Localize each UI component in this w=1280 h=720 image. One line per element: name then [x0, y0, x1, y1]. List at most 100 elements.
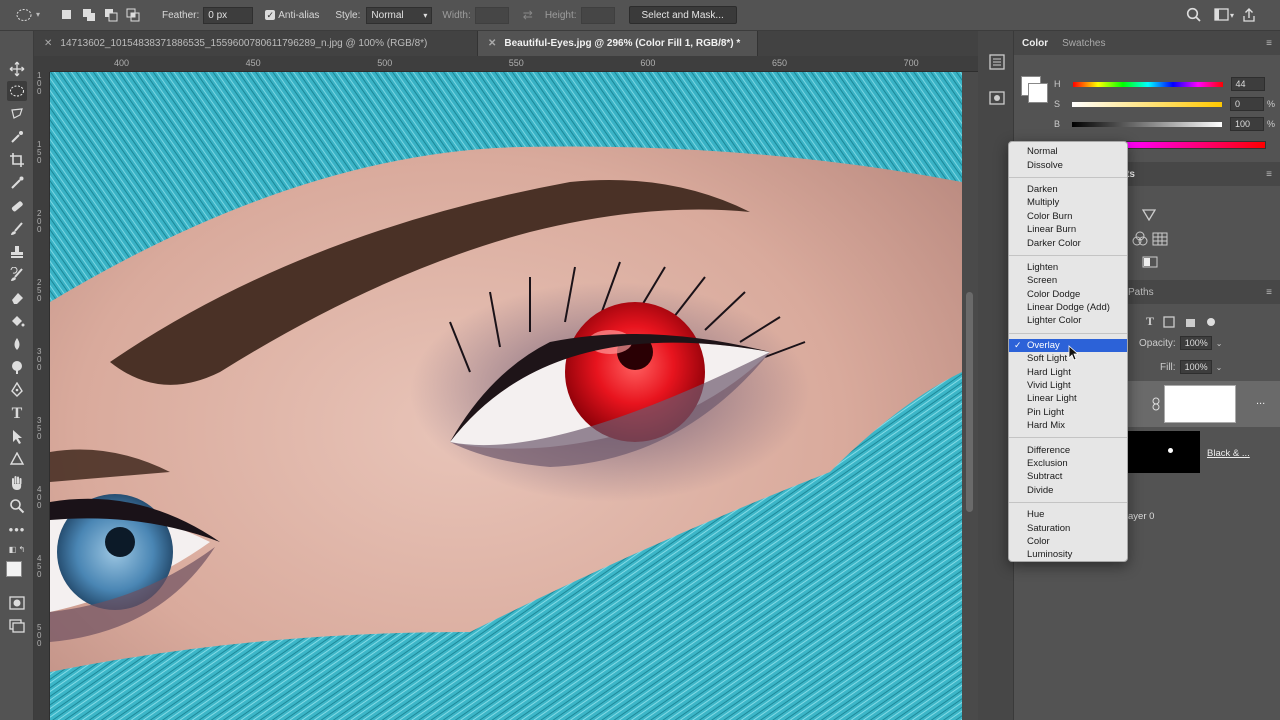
layer-name-layer0[interactable]: ayer 0 [1128, 511, 1154, 522]
blend-mode-item-color-burn[interactable]: Color Burn [1009, 210, 1127, 223]
opacity-chevron-icon[interactable]: ⌄ [1216, 339, 1223, 348]
brightness-value[interactable]: 100 [1230, 117, 1265, 131]
workspace-icon[interactable]: ▾ [1214, 8, 1236, 25]
blend-mode-item-linear-dodge-add[interactable]: Linear Dodge (Add) [1009, 301, 1127, 314]
layer-link-icon[interactable] [1151, 397, 1161, 411]
color-spectrum-bar[interactable] [1126, 141, 1266, 149]
pen-icon[interactable] [7, 380, 27, 400]
opacity-input[interactable]: 100% [1179, 336, 1212, 350]
healing-icon[interactable] [7, 196, 27, 216]
gradient-map-icon[interactable] [1142, 256, 1158, 271]
blend-mode-item-darker-color[interactable]: Darker Color [1009, 236, 1127, 249]
shape-icon[interactable] [7, 450, 27, 470]
brightness-slider[interactable] [1072, 121, 1223, 127]
shape-filter-icon[interactable] [1162, 315, 1176, 329]
blend-mode-item-divide[interactable]: Divide [1009, 484, 1127, 497]
blend-mode-item-saturation[interactable]: Saturation [1009, 521, 1127, 534]
marquee-icon[interactable] [7, 81, 27, 101]
tab-beautiful-eyes[interactable]: ✕ Beautiful-Eyes.jpg @ 296% (Color Fill 1… [478, 31, 758, 56]
tab-document-1[interactable]: ✕ 14713602_10154838371886535_155960078061… [34, 31, 478, 56]
tab-paths[interactable]: Paths [1128, 287, 1154, 298]
blend-mode-item-vivid-light[interactable]: Vivid Light [1009, 379, 1127, 392]
add-selection-icon[interactable] [82, 8, 96, 22]
screen-mode-icon[interactable] [7, 616, 27, 636]
scrollbar-thumb[interactable] [966, 292, 973, 512]
new-selection-icon[interactable] [60, 8, 74, 22]
lasso-icon[interactable] [7, 104, 27, 124]
blend-mode-item-linear-burn[interactable]: Linear Burn [1009, 223, 1127, 236]
layer-mask-thumbnail[interactable] [1164, 385, 1236, 423]
blend-mode-item-multiply[interactable]: Multiply [1009, 196, 1127, 209]
panel-menu-icon[interactable]: ≡ [1266, 38, 1272, 49]
panel-menu-icon[interactable]: ≡ [1266, 169, 1272, 180]
quick-mask-icon[interactable] [7, 593, 27, 613]
blur-icon[interactable] [7, 334, 27, 354]
tab-swatches[interactable]: Swatches [1062, 38, 1105, 49]
history-panel-icon[interactable] [988, 53, 1006, 74]
elliptical-marquee-icon[interactable] [14, 5, 34, 25]
ruler-vertical[interactable]: 100 150 200 250 300 350 400 450 500 [34, 72, 50, 720]
gradient-map-adj-icon[interactable] [1141, 209, 1157, 224]
crop-icon[interactable] [7, 150, 27, 170]
share-icon[interactable] [1242, 8, 1256, 25]
foreground-color-swatch[interactable] [6, 561, 22, 577]
type-filter-icon[interactable]: T [1146, 314, 1154, 329]
blend-mode-item-normal[interactable]: Normal [1009, 145, 1127, 158]
tab-color[interactable]: Color [1022, 38, 1048, 49]
blend-mode-item-screen[interactable]: Screen [1009, 274, 1127, 287]
path-select-icon[interactable] [7, 427, 27, 447]
fill-chevron-icon[interactable]: ⌄ [1216, 363, 1223, 372]
close-tab-icon[interactable]: ✕ [488, 38, 496, 49]
subtract-selection-icon[interactable] [104, 8, 118, 22]
blend-mode-item-hard-light[interactable]: Hard Light [1009, 365, 1127, 378]
blend-mode-item-pin-light[interactable]: Pin Light [1009, 406, 1127, 419]
blend-mode-item-luminosity[interactable]: Luminosity [1009, 548, 1127, 561]
layer-more-icon[interactable]: ... [1256, 395, 1265, 407]
blend-mode-item-lighten[interactable]: Lighten [1009, 261, 1127, 274]
more-icon[interactable]: ••• [7, 519, 27, 539]
layer-row-color-fill[interactable]: ... [1128, 381, 1280, 427]
blend-mode-item-darken[interactable]: Darken [1009, 183, 1127, 196]
smart-object-filter-icon[interactable] [1184, 315, 1198, 329]
hue-slider-row[interactable]: H 44 [1054, 77, 1265, 91]
feather-input[interactable]: 0 px [203, 6, 254, 24]
brush-icon[interactable] [7, 219, 27, 239]
vertical-scrollbar[interactable] [962, 72, 978, 720]
filter-toggle-icon[interactable] [1206, 317, 1216, 327]
saturation-value[interactable]: 0 [1230, 97, 1265, 111]
blend-mode-item-hue[interactable]: Hue [1009, 508, 1127, 521]
layer-mask-thumbnail-bw[interactable] [1128, 431, 1200, 473]
zoom-icon[interactable] [7, 496, 27, 516]
default-colors-icon[interactable]: ◧ ↰ [7, 539, 27, 559]
ruler-origin[interactable] [34, 56, 50, 72]
paint-bucket-icon[interactable] [7, 311, 27, 331]
blend-mode-item-exclusion[interactable]: Exclusion [1009, 457, 1127, 470]
blend-mode-item-color[interactable]: Color [1009, 535, 1127, 548]
color-lookup-adj-icon[interactable] [1152, 231, 1168, 250]
layer-name-bw[interactable]: Black & ... [1207, 448, 1250, 459]
eyedropper-icon[interactable] [7, 173, 27, 193]
close-tab-icon[interactable]: ✕ [44, 38, 52, 49]
style-select[interactable]: Normal ▾ [366, 6, 433, 24]
saturation-slider-row[interactable]: S 0 % [1054, 97, 1275, 111]
blend-mode-item-lighter-color[interactable]: Lighter Color [1009, 314, 1127, 327]
blend-mode-item-difference[interactable]: Difference [1009, 443, 1127, 456]
antialias-checkbox[interactable]: ✓ [265, 10, 276, 20]
dodge-icon[interactable] [7, 357, 27, 377]
type-icon[interactable]: T [7, 404, 27, 424]
panel-menu-icon[interactable]: ≡ [1266, 287, 1272, 298]
hand-icon[interactable] [7, 473, 27, 493]
intersect-selection-icon[interactable] [126, 8, 140, 22]
blend-mode-item-hard-mix[interactable]: Hard Mix [1009, 419, 1127, 432]
color-background-swatch[interactable] [1028, 83, 1048, 103]
blend-mode-item-dissolve[interactable]: Dissolve [1009, 158, 1127, 171]
blend-mode-item-linear-light[interactable]: Linear Light [1009, 392, 1127, 405]
brightness-slider-row[interactable]: B 100 % [1054, 117, 1275, 131]
eraser-icon[interactable] [7, 288, 27, 308]
blend-mode-item-subtract[interactable]: Subtract [1009, 470, 1127, 483]
stamp-icon[interactable] [7, 242, 27, 262]
tool-preset-chevron-icon[interactable]: ▾ [36, 10, 42, 20]
fill-input[interactable]: 100% [1179, 360, 1212, 374]
quick-select-icon[interactable] [7, 127, 27, 147]
select-and-mask-button[interactable]: Select and Mask... [628, 6, 737, 24]
